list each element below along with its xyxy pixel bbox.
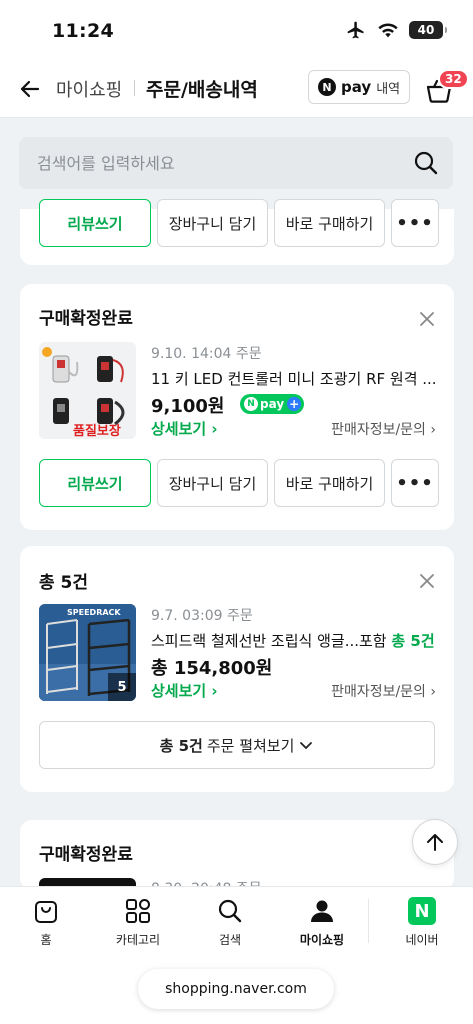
page-title: 주문/배송내역 (146, 79, 258, 101)
arrow-left-icon (20, 80, 40, 98)
product-thumbnail[interactable]: 품질보장 (39, 342, 136, 439)
nav-label-myshopping: 마이쇼핑 (299, 933, 345, 947)
order-group-title: 총 5건 (39, 573, 89, 593)
npay-badge-text: pay (260, 397, 285, 411)
expand-count: 총 5건 (159, 736, 203, 755)
nav-item-myshopping[interactable]: 마이쇼핑 (282, 897, 362, 948)
seller-info-link[interactable]: 판매자정보/문의 › (331, 681, 436, 701)
search-area (0, 119, 473, 209)
scroll-to-top-button[interactable] (412, 819, 458, 865)
battery-indicator: 40 (409, 21, 447, 39)
detail-link[interactable]: 상세보기 › (151, 418, 218, 439)
cart-count-badge: 32 (438, 69, 469, 89)
npay-history-button[interactable]: N pay 내역 (308, 70, 410, 104)
thumbnail-count-badge: 5 (108, 673, 136, 701)
url-bar[interactable]: shopping.naver.com (138, 969, 334, 1009)
product-price: 9,100원 (151, 396, 225, 417)
detail-link[interactable]: 상세보기 › (151, 680, 218, 701)
search-button[interactable] (413, 150, 439, 176)
expand-orders-button[interactable]: 총 5건 주문 펼쳐보기 (39, 721, 435, 769)
close-icon (420, 574, 434, 588)
search-icon (218, 899, 242, 923)
close-button[interactable] (418, 572, 436, 590)
breadcrumb-myshopping[interactable]: 마이쇼핑 (56, 76, 122, 102)
chevron-down-icon (300, 742, 313, 750)
search-input[interactable] (37, 137, 397, 189)
order-date: 9.10. 14:04 주문 (151, 346, 262, 362)
product-name-text: 스피드랙 철제선반 조립식 앵글...포함 (151, 632, 387, 650)
category-icon (126, 899, 150, 923)
nav-item-home[interactable]: 홈 (6, 897, 86, 948)
product-price: 총 154,800원 (151, 658, 273, 679)
npay-history-label: 내역 (376, 81, 401, 97)
npay-n-icon: N (244, 397, 258, 411)
review-button[interactable]: 리뷰쓰기 (39, 199, 151, 247)
plus-icon: + (287, 397, 302, 411)
page-header: 마이쇼핑 주문/배송내역 N pay 내역 32 (0, 60, 473, 118)
review-button[interactable]: 리뷰쓰기 (39, 459, 151, 507)
thumbnail-brand-text: SPEEDRACK (67, 608, 121, 617)
wifi-icon (378, 23, 398, 38)
status-icons: 40 (345, 20, 447, 40)
nav-item-search[interactable]: 검색 (190, 897, 270, 948)
nav-item-category[interactable]: 카테고리 (98, 897, 178, 948)
expand-label: 주문 펼쳐보기 (206, 736, 295, 755)
nav-item-naver[interactable]: N 네이버 (382, 897, 462, 948)
seller-info-link[interactable]: 판매자정보/문의 › (331, 419, 436, 439)
close-button[interactable] (418, 310, 436, 328)
order-status: 구매확정완료 (39, 309, 133, 329)
person-icon (311, 900, 333, 922)
nav-label-search: 검색 (218, 933, 242, 947)
back-button[interactable] (16, 75, 44, 103)
npay-logo-icon: N (318, 78, 336, 96)
order-card-partial: 리뷰쓰기 장바구니 담기 바로 구매하기 ••• (20, 199, 454, 265)
order-card: 구매확정완료 품질보장 9.10. 14:04 주문 11 키 LED 컨트롤러… (20, 284, 454, 530)
status-bar: 11:24 40 (0, 0, 473, 60)
order-date: 9.7. 03:09 주문 (151, 608, 253, 624)
nav-divider (368, 899, 369, 943)
product-thumbnail[interactable]: SPEEDRACK 5 (39, 604, 136, 701)
npay-badge: N pay + (240, 394, 304, 414)
search-icon (414, 151, 438, 175)
more-options-button[interactable]: ••• (391, 459, 439, 507)
order-status: 구매확정완료 (39, 845, 133, 865)
buy-now-button[interactable]: 바로 구매하기 (274, 199, 385, 247)
arrow-up-icon (427, 834, 443, 851)
search-box[interactable] (19, 137, 453, 189)
more-options-button[interactable]: ••• (391, 199, 439, 247)
buy-now-button[interactable]: 바로 구매하기 (274, 459, 385, 507)
nav-label-category: 카테고리 (115, 933, 161, 947)
npay-label: pay (341, 78, 372, 96)
nav-label-naver: 네이버 (405, 933, 439, 947)
airplane-icon (347, 21, 364, 39)
nav-label-home: 홈 (40, 933, 52, 947)
product-count: 총 5건 (391, 632, 435, 650)
bottom-navigation: 홈 카테고리 검색 마이쇼핑 N 네이버 shopping.naver.com (0, 886, 473, 1024)
bag-icon (35, 901, 57, 923)
breadcrumb-divider (134, 80, 135, 96)
product-name[interactable]: 11 키 LED 컨트롤러 미니 조광기 RF 원격 ... (151, 368, 441, 389)
close-icon (420, 312, 434, 326)
order-card: 구매확정완료 8.30. 20:48 주문 (20, 820, 454, 897)
order-group-card: 총 5건 SPEEDRACK 5 9.7. 03:09 주문 스피드랙 철제선반… (20, 546, 454, 792)
add-to-cart-button[interactable]: 장바구니 담기 (157, 459, 268, 507)
product-name[interactable]: 스피드랙 철제선반 조립식 앵글...포함 총 5건 (151, 630, 441, 651)
status-time: 11:24 (52, 20, 114, 42)
add-to-cart-button[interactable]: 장바구니 담기 (157, 199, 268, 247)
naver-icon: N (408, 897, 436, 925)
thumbnail-badge-text: 품질보장 (73, 424, 121, 439)
